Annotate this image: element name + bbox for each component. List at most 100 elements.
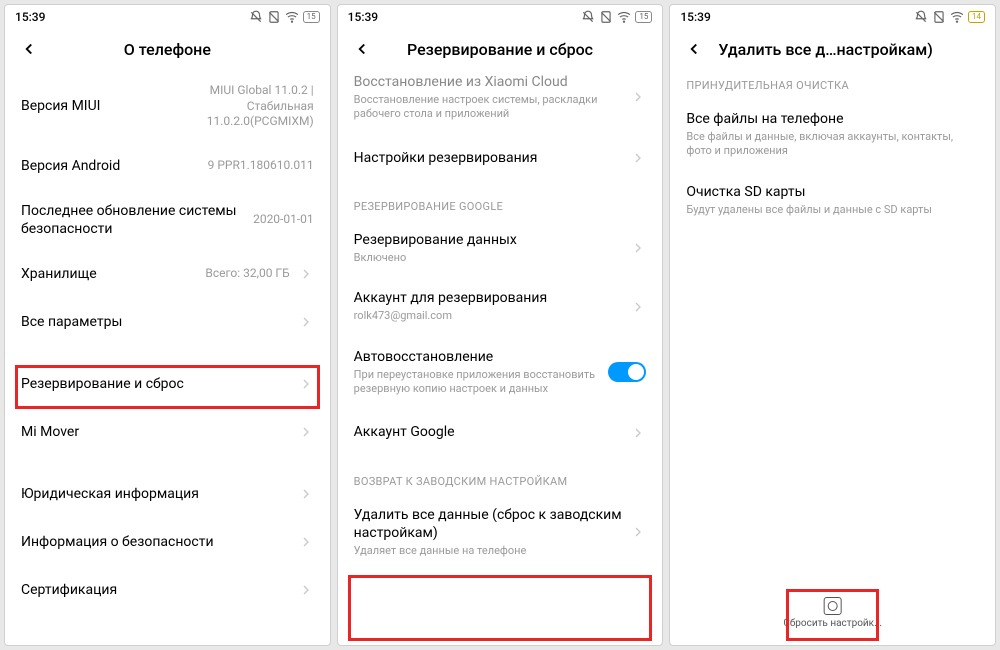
page-title: О телефоне bbox=[49, 40, 286, 59]
row-sub: Будут удалены все файлы и данные с SD ка… bbox=[686, 203, 979, 217]
dnd-icon bbox=[249, 10, 263, 24]
row-data-backup[interactable]: Резервирование данных Включено bbox=[338, 219, 663, 277]
wifi-icon bbox=[617, 10, 631, 24]
status-bar: 15:39 15 bbox=[5, 5, 330, 29]
row-label: Хранилище bbox=[21, 265, 197, 283]
status-time: 15:39 bbox=[680, 10, 710, 24]
status-time: 15:39 bbox=[348, 10, 378, 24]
row-sub: Включено bbox=[354, 251, 623, 265]
row-value: 9 PPR1.180610.011 bbox=[208, 158, 314, 174]
chevron-right-icon bbox=[630, 425, 646, 441]
chevron-right-icon bbox=[298, 314, 314, 330]
row-label: Очистка SD карты bbox=[686, 183, 979, 201]
row-android-version[interactable]: Версия Android 9 PPR1.180610.011 bbox=[5, 142, 330, 190]
row-sub: Восстановление настроек системы, расклад… bbox=[354, 93, 623, 122]
status-time: 15:39 bbox=[15, 10, 45, 24]
content-area: ПРИНУДИТЕЛЬНАЯ ОЧИСТКА Все файлы на теле… bbox=[670, 71, 995, 645]
chevron-right-icon bbox=[630, 89, 646, 105]
dnd-icon bbox=[914, 10, 928, 24]
title-bar: Удалить все д…настройкам) bbox=[670, 29, 995, 71]
section-factory-reset: ВОЗВРАТ К ЗАВОДСКИМ НАСТРОЙКАМ bbox=[338, 457, 663, 494]
nosim-icon bbox=[932, 10, 946, 24]
row-sd-card[interactable]: Очистка SD карты Будут удалены все файлы… bbox=[670, 171, 995, 229]
status-icons: 15 bbox=[581, 10, 652, 24]
section-google-backup: РЕЗЕРВИРОВАНИЕ GOOGLE bbox=[338, 182, 663, 219]
reset-button-label: Сбросить настройк... bbox=[783, 618, 882, 629]
chevron-right-icon bbox=[298, 582, 314, 598]
row-label: Настройки резервирования bbox=[354, 149, 623, 167]
phone-screen-delete: 15:39 14 Удалить все д…настройкам) ПРИНУ… bbox=[669, 4, 996, 646]
page-title: Удалить все д…настройкам) bbox=[718, 40, 981, 59]
row-certification[interactable]: Сертификация bbox=[5, 566, 330, 614]
row-security-update[interactable]: Последнее обновление системы безопасност… bbox=[5, 190, 330, 250]
reset-icon bbox=[824, 597, 842, 615]
chevron-right-icon bbox=[630, 240, 646, 256]
phone-screen-about: 15:39 15 О телефоне Версия MIUI MIUI Glo… bbox=[4, 4, 331, 646]
row-sub: Удаляет все данные на телефоне bbox=[354, 544, 623, 558]
row-all-files[interactable]: Все файлы на телефоне Все файлы и данные… bbox=[670, 98, 995, 171]
row-label: Резервирование и сброс bbox=[21, 375, 290, 393]
status-icons: 14 bbox=[914, 10, 985, 24]
row-value: Всего: 32,00 ГБ bbox=[205, 266, 289, 282]
row-backup-settings[interactable]: Настройки резервирования bbox=[338, 134, 663, 182]
row-google-account[interactable]: Аккаунт Google bbox=[338, 409, 663, 457]
title-bar: Резервирование и сброс bbox=[338, 29, 663, 71]
content-area: Версия MIUI MIUI Global 11.0.2 | Стабиль… bbox=[5, 71, 330, 645]
row-label: Резервирование данных bbox=[354, 231, 623, 249]
chevron-right-icon bbox=[298, 376, 314, 392]
row-value: 2020-01-01 bbox=[253, 212, 314, 228]
row-label: Все параметры bbox=[21, 313, 290, 331]
row-delete-all[interactable]: Удалить все данные (сброс к заводским на… bbox=[338, 494, 663, 571]
row-xiaomi-cloud[interactable]: Восстановление из Xiaomi Cloud Восстанов… bbox=[338, 71, 663, 134]
title-bar: О телефоне bbox=[5, 29, 330, 71]
row-label: Сертификация bbox=[21, 581, 290, 599]
chevron-right-icon bbox=[630, 150, 646, 166]
row-label: Mi Mover bbox=[21, 423, 290, 441]
row-legal[interactable]: Юридическая информация bbox=[5, 470, 330, 518]
status-icons: 15 bbox=[249, 10, 320, 24]
chevron-right-icon bbox=[630, 299, 646, 315]
back-button[interactable] bbox=[352, 39, 372, 59]
row-label: Восстановление из Xiaomi Cloud bbox=[354, 73, 623, 91]
chevron-right-icon bbox=[298, 266, 314, 282]
row-mi-mover[interactable]: Mi Mover bbox=[5, 408, 330, 456]
row-label: Все файлы на телефоне bbox=[686, 110, 979, 128]
row-sub: При переустановке приложения восстановит… bbox=[354, 368, 601, 397]
reset-settings-button[interactable]: Сбросить настройк... bbox=[775, 591, 890, 635]
row-miui-version[interactable]: Версия MIUI MIUI Global 11.0.2 | Стабиль… bbox=[5, 71, 330, 142]
highlight-delete-all bbox=[348, 575, 653, 641]
row-all-params[interactable]: Все параметры bbox=[5, 298, 330, 346]
row-label: Аккаунт Google bbox=[354, 423, 623, 441]
toggle-auto-restore[interactable] bbox=[608, 362, 646, 382]
status-bar: 15:39 15 bbox=[338, 5, 663, 29]
row-backup-reset[interactable]: Резервирование и сброс bbox=[5, 360, 330, 408]
row-label: Версия MIUI bbox=[21, 97, 166, 115]
wifi-icon bbox=[950, 10, 964, 24]
row-sub: Все файлы и данные, включая аккаунты, ко… bbox=[686, 130, 979, 159]
row-label: Юридическая информация bbox=[21, 485, 290, 503]
row-label: Удалить все данные (сброс к заводским на… bbox=[354, 506, 623, 542]
row-backup-account[interactable]: Аккаунт для резервирования rolk473@gmail… bbox=[338, 277, 663, 335]
battery-icon: 14 bbox=[968, 11, 985, 23]
battery-icon: 15 bbox=[303, 11, 320, 23]
row-auto-restore[interactable]: Автовосстановление При переустановке при… bbox=[338, 336, 663, 409]
phone-screen-backup: 15:39 15 Резервирование и сброс Восстано… bbox=[337, 4, 664, 646]
row-security-info[interactable]: Информация о безопасности bbox=[5, 518, 330, 566]
row-label: Аккаунт для резервирования bbox=[354, 289, 623, 307]
row-sub: rolk473@gmail.com bbox=[354, 309, 623, 323]
chevron-right-icon bbox=[298, 486, 314, 502]
back-button[interactable] bbox=[684, 39, 704, 59]
row-label: Информация о безопасности bbox=[21, 533, 290, 551]
row-storage[interactable]: Хранилище Всего: 32,00 ГБ bbox=[5, 250, 330, 298]
row-label: Последнее обновление системы безопасност… bbox=[21, 202, 245, 238]
page-title: Резервирование и сброс bbox=[382, 40, 619, 59]
content-area: Восстановление из Xiaomi Cloud Восстанов… bbox=[338, 71, 663, 645]
status-bar: 15:39 14 bbox=[670, 5, 995, 29]
back-button[interactable] bbox=[19, 39, 39, 59]
section-force-clear: ПРИНУДИТЕЛЬНАЯ ОЧИСТКА bbox=[670, 71, 995, 98]
battery-icon: 15 bbox=[635, 11, 652, 23]
wifi-icon bbox=[285, 10, 299, 24]
nosim-icon bbox=[599, 10, 613, 24]
chevron-right-icon bbox=[298, 534, 314, 550]
chevron-right-icon bbox=[630, 524, 646, 540]
